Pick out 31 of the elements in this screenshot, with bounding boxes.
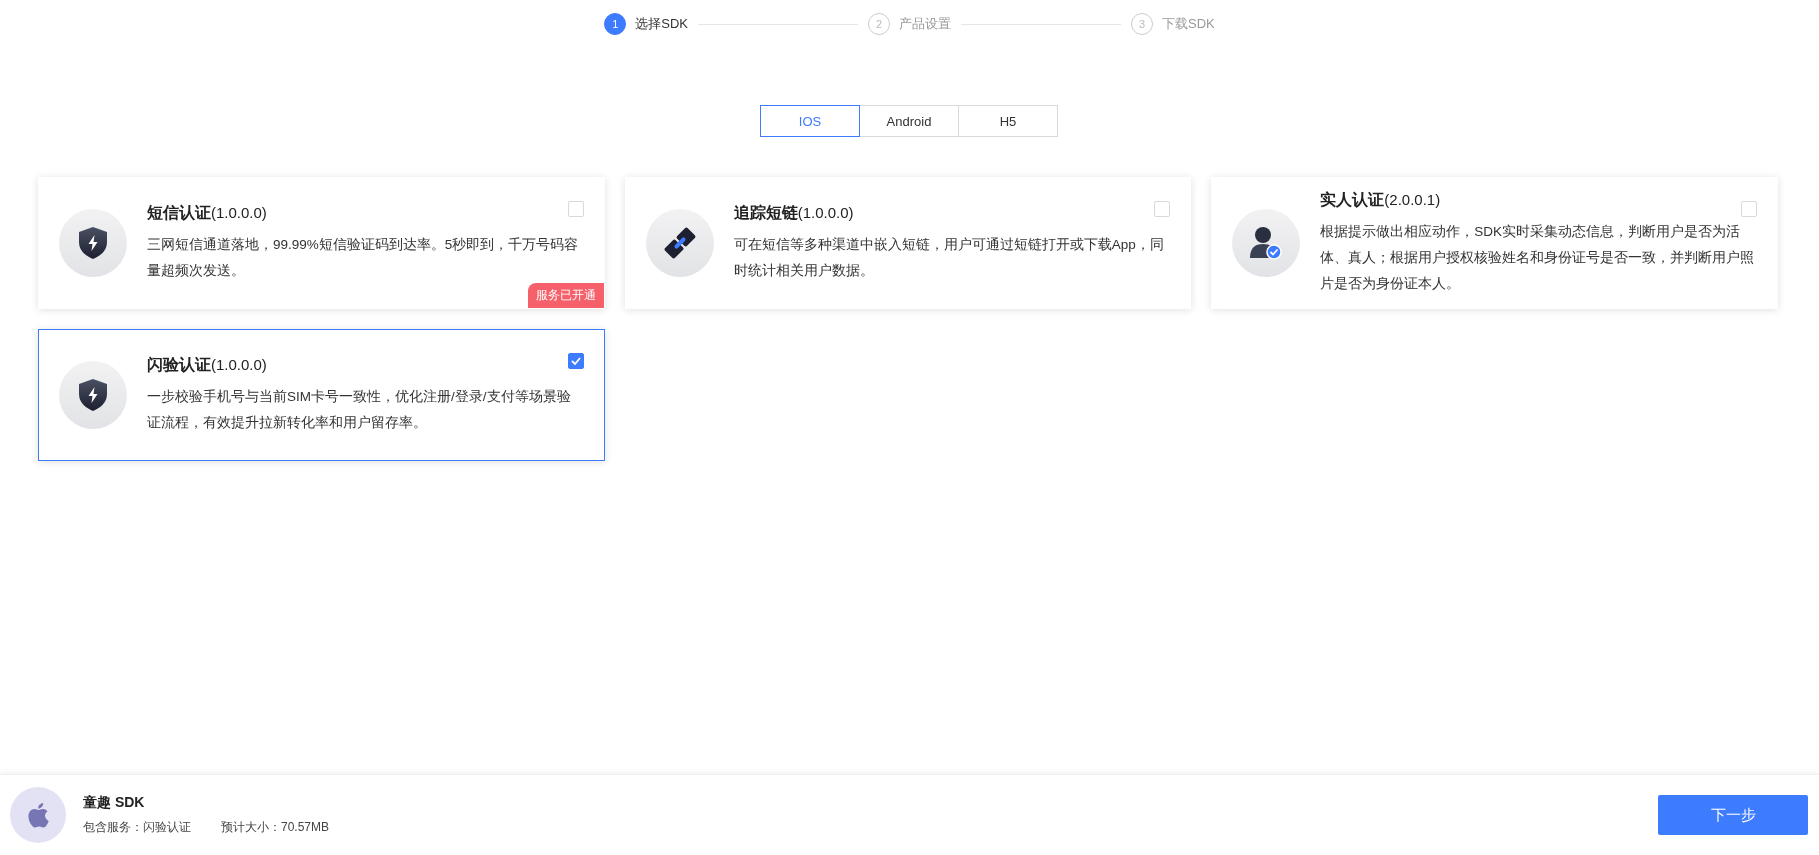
shield-lightning-icon bbox=[79, 379, 107, 411]
sdk-title: 追踪短链(1.0.0.0) bbox=[733, 202, 854, 223]
sdk-description: 可在短信等多种渠道中嵌入短链，用户可通过短链打开或下载App，同时统计相关用户数据。 bbox=[733, 235, 1165, 280]
platform-tab[interactable]: H5 bbox=[958, 105, 1058, 137]
shield-lightning-icon bbox=[79, 227, 107, 259]
step-label: 产品设置 bbox=[899, 15, 951, 33]
sdk-card[interactable]: 实人认证(2.0.0.1) 根据提示做出相应动作，SDK实时采集动态信息，判断用户是否为活体、真人；根据用户授权核验姓名和身份证号是否一致，并判断用户照片是否为身份证本人。 bbox=[1211, 177, 1778, 309]
sdk-description: 根据提示做出相应动作，SDK实时采集动态信息，判断用户是否为活体、真人；根据用户授权核验姓名和身份证号是否一致，并判断用户照片是否为身份证本人。 bbox=[1320, 222, 1756, 293]
included-services: 包含服务：闪验认证 bbox=[83, 819, 191, 836]
apple-icon bbox=[27, 802, 49, 828]
sdk-description: 三网短信通道落地，99.99%短信验证码到达率。5秒即到，千万号码容量超频次发送。 bbox=[147, 235, 580, 280]
sdk-title: 短信认证(1.0.0.0) bbox=[147, 202, 267, 223]
status-badge: 服务已开通 bbox=[527, 283, 604, 308]
step-label: 下载SDK bbox=[1162, 15, 1215, 33]
platform-tab[interactable]: Android bbox=[859, 105, 959, 137]
sdk-card[interactable]: 闪验认证(1.0.0.0) 一步校验手机号与当前SIM卡号一致性，优化注册/登录/支付等场景验证流程，有效提升拉新转化率和用户留存率。 bbox=[38, 329, 605, 461]
platform-tab[interactable]: IOS bbox=[760, 105, 860, 137]
checkmark-icon bbox=[570, 357, 581, 365]
next-step-button[interactable]: 下一步 bbox=[1658, 795, 1808, 835]
checkbox[interactable] bbox=[567, 353, 584, 369]
sdk-card[interactable]: 追踪短链(1.0.0.0) 可在短信等多种渠道中嵌入短链，用户可通过短链打开或下载App，同时统计相关用户数据。 bbox=[624, 177, 1192, 309]
sdk-name: 童趣 SDK bbox=[83, 794, 146, 812]
sdk-title: 闪验认证(1.0.0.0) bbox=[147, 354, 267, 375]
chain-link-icon bbox=[661, 225, 698, 261]
sdk-description: 一步校验手机号与当前SIM卡号一致性，优化注册/登录/支付等场景验证流程，有效提升拉新转化率和用户留存率。 bbox=[147, 387, 572, 432]
sdk-title: 实人认证(2.0.0.1) bbox=[1320, 189, 1441, 210]
sdk-card[interactable]: 短信认证(1.0.0.0) 三网短信通道落地，99.99%短信验证码到达率。5秒即到，千万号码容量超频次发送。 服务已开通 bbox=[38, 177, 605, 309]
step-label: 选择SDK bbox=[635, 15, 688, 33]
verified-user-icon bbox=[1250, 226, 1283, 260]
estimated-size: 预计大小：70.57MB bbox=[221, 819, 330, 836]
step-number-circle: 1 bbox=[604, 13, 627, 35]
